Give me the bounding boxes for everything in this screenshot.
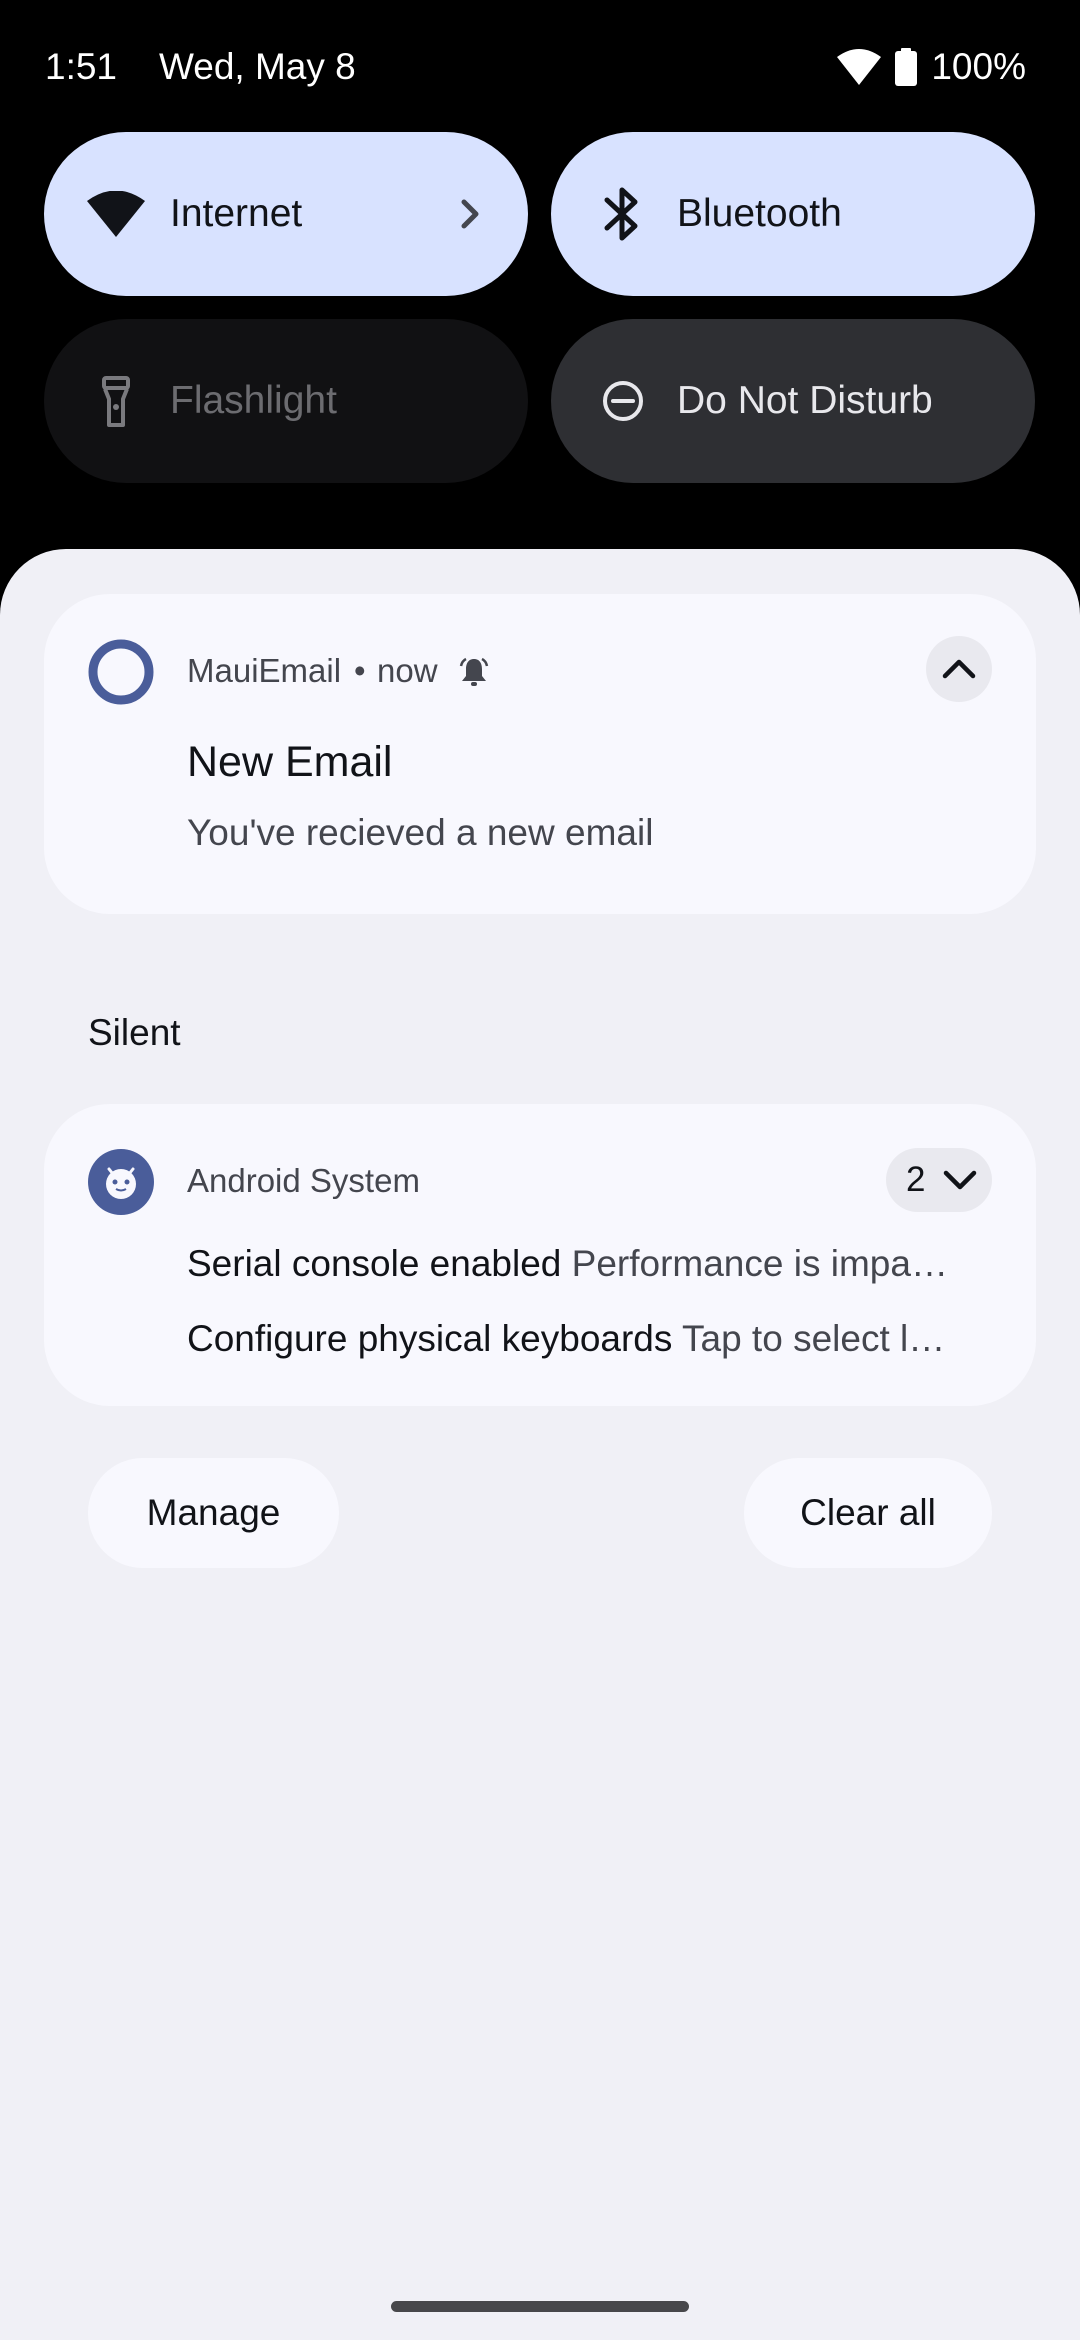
notification-line-text: Performance is impa… — [571, 1243, 948, 1284]
notification-text: You've recieved a new email — [187, 812, 654, 853]
status-date: Wed, May 8 — [159, 46, 356, 87]
battery-percentage: 100% — [931, 46, 1026, 87]
status-icons: 100% — [837, 44, 1026, 90]
group-expand-button[interactable]: 2 — [886, 1148, 992, 1212]
notification-line: Configure physical keyboards Tap to sele… — [187, 1317, 1017, 1361]
wifi-icon — [86, 184, 146, 244]
tile-label: Internet — [170, 192, 303, 235]
notification-count: 2 — [906, 1160, 926, 1199]
notification-android-system[interactable]: Android System 2 Serial console enabled … — [44, 1104, 1036, 1406]
notification-title: New Email — [187, 738, 393, 786]
tile-label: Do Not Disturb — [677, 379, 933, 422]
wifi-icon — [837, 49, 882, 85]
notification-line-title: Serial console enabled — [187, 1243, 562, 1284]
notification-app-name: Android System — [187, 1162, 420, 1199]
tile-bluetooth[interactable]: Bluetooth — [551, 132, 1035, 296]
notification-line-title: Configure physical keyboards — [187, 1318, 673, 1359]
clear-all-button[interactable]: Clear all — [744, 1458, 992, 1568]
notification-separator: • — [354, 652, 366, 689]
home-gesture-bar[interactable] — [391, 2301, 689, 2312]
chevron-down-icon — [940, 1160, 980, 1200]
tile-flashlight[interactable]: Flashlight — [44, 319, 528, 483]
notification-line-text: Tap to select l… — [682, 1318, 946, 1359]
bell-icon — [458, 656, 490, 688]
manage-button[interactable]: Manage — [88, 1458, 339, 1568]
do-not-disturb-icon — [593, 371, 653, 431]
app-ring-icon — [88, 639, 154, 705]
notification-mauiemail[interactable]: MauiEmail • now New Email You've recieve… — [44, 594, 1036, 914]
battery-icon — [895, 48, 918, 86]
status-time: 1:51 — [45, 46, 118, 87]
chevron-up-icon — [942, 659, 976, 679]
expand-button[interactable] — [926, 636, 992, 702]
android-system-icon — [88, 1149, 154, 1215]
chevron-right-icon — [450, 194, 490, 234]
notification-line: Serial console enabled Performance is im… — [187, 1242, 1017, 1286]
tile-label: Bluetooth — [677, 192, 842, 235]
tile-internet[interactable]: Internet — [44, 132, 528, 296]
notification-app-name: MauiEmail — [187, 652, 342, 689]
silent-section-header: Silent — [88, 1012, 181, 1053]
bluetooth-icon — [593, 184, 653, 244]
flashlight-icon — [86, 371, 146, 431]
tile-do-not-disturb[interactable]: Do Not Disturb — [551, 319, 1035, 483]
tile-label: Flashlight — [170, 379, 337, 422]
notification-time: now — [377, 652, 438, 689]
